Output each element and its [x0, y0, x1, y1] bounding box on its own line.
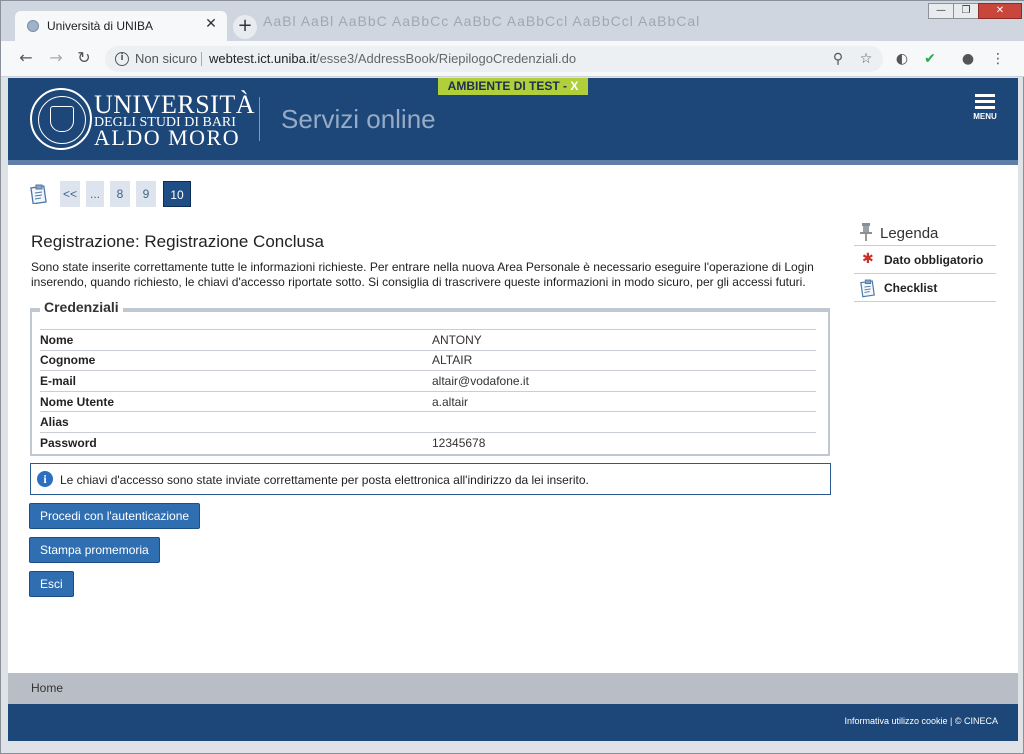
favicon-icon	[27, 20, 39, 32]
footer-bar: Informativa utilizzo cookie | © CINECA	[8, 704, 1018, 741]
legend-label: Dato obbligatorio	[884, 253, 984, 267]
required-star-icon: ✱	[862, 251, 874, 267]
header-divider	[259, 97, 260, 141]
credentials-table: Nome ANTONY Cognome ALTAIR E-mail altair@vo…	[40, 329, 816, 454]
info-notice: i Le chiavi d'accesso sono state inviate…	[30, 463, 831, 495]
footer-breadcrumb: Home	[8, 673, 1018, 704]
url-text[interactable]: webtest.ict.uniba.it/esse3/AddressBook/R…	[209, 51, 576, 66]
pager-step-9[interactable]: 9	[136, 181, 156, 207]
tab-title: Università di UNIBA	[47, 19, 154, 33]
test-badge-close[interactable]: X	[570, 79, 578, 93]
cred-label: Nome	[40, 329, 432, 351]
cred-label: Password	[40, 431, 432, 454]
checklist-icon	[860, 279, 875, 298]
site-title: Servizi online	[281, 104, 436, 134]
new-tab-button[interactable]: +	[233, 15, 257, 39]
intro-text: Sono state inserite correttamente tutte …	[31, 260, 814, 289]
test-environment-badge: AMBIENTE DI TEST - X	[438, 78, 588, 95]
credentials-legend: Credenziali	[40, 299, 123, 315]
login-button[interactable]: Procedi con l'autenticazione	[29, 503, 201, 529]
close-window-button[interactable]: ✕	[978, 3, 1022, 19]
table-row: Cognome ALTAIR	[40, 349, 816, 371]
page-viewport: AMBIENTE DI TEST - X UNIVERSITÀ DEGLI ST…	[8, 78, 1018, 741]
browser-tab[interactable]: Università di UNIBA ✕	[15, 11, 227, 41]
profile-icon[interactable]: ●	[959, 50, 977, 68]
pager-first[interactable]: <<	[60, 181, 80, 207]
address-bar[interactable]: i Non sicuro webtest.ict.uniba.it/esse3/…	[105, 46, 883, 72]
menu-label: MENU	[973, 112, 997, 121]
university-seal-logo[interactable]	[30, 88, 92, 150]
legend-item-checklist: Checklist	[854, 274, 996, 302]
zoom-icon[interactable]: ⚲	[829, 50, 847, 68]
header-strip	[8, 160, 1018, 165]
credentials-fieldset: Credenziali Nome ANTONY Cognome ALTAIR E-m…	[30, 299, 830, 456]
minimize-button[interactable]: —	[928, 3, 954, 19]
cred-label: Nome Utente	[40, 390, 432, 412]
print-reminder-button[interactable]: Stampa promemoria	[29, 537, 160, 563]
forward-icon[interactable]: →	[46, 49, 66, 69]
site-header: AMBIENTE DI TEST - X UNIVERSITÀ DEGLI ST…	[8, 78, 1018, 160]
table-row: E-mail altair@vodafone.it	[40, 370, 816, 392]
footer-credits-link[interactable]: Informativa utilizzo cookie | © CINECA	[844, 716, 998, 726]
table-row: Password 12345678	[40, 431, 816, 454]
extension-icon[interactable]: ◐	[893, 50, 911, 68]
cred-label: E-mail	[40, 370, 432, 392]
pager-ellipsis[interactable]: ...	[86, 181, 104, 207]
checklist-icon[interactable]	[30, 184, 48, 204]
cred-label: Cognome	[40, 349, 432, 371]
hamburger-icon	[975, 94, 995, 97]
hamburger-icon-bar	[975, 106, 995, 109]
cred-value	[432, 411, 816, 433]
star-icon[interactable]: ☆	[857, 50, 875, 68]
background-ghost-text: AaBl AaBl AaBbC AaBbCc AaBbC AaBbCcl AaB…	[263, 13, 701, 29]
cred-value: ALTAIR	[432, 349, 816, 371]
cred-value: a.altair	[432, 390, 816, 412]
legend-title: Legenda	[880, 225, 939, 242]
cred-value: ANTONY	[432, 329, 816, 351]
browser-window: AaBl AaBl AaBbC AaBbCc AaBbC AaBbCcl AaB…	[0, 0, 1024, 754]
test-badge-label: AMBIENTE DI TEST -	[447, 79, 571, 93]
back-icon[interactable]: ←	[16, 49, 36, 69]
legend-header: Legenda	[854, 221, 996, 246]
maximize-button[interactable]: ❐	[953, 3, 979, 19]
browser-toolbar: ← → ↻ i Non sicuro webtest.ict.uniba.it/…	[1, 41, 1024, 77]
footer-home-link[interactable]: Home	[31, 681, 63, 695]
legend-label: Checklist	[884, 281, 938, 295]
exit-button[interactable]: Esci	[29, 571, 74, 597]
kebab-menu-icon[interactable]: ⋮	[989, 50, 1007, 68]
menu-button[interactable]: MENU	[970, 94, 1000, 128]
tab-close-icon[interactable]: ✕	[203, 16, 219, 32]
pager-step-10-current: 10	[163, 181, 191, 207]
logo-line-3[interactable]: ALDO MORO	[94, 127, 240, 149]
legend-item-required: ✱ Dato obbligatorio	[854, 246, 996, 274]
cred-value: 12345678	[432, 431, 816, 454]
info-circle-icon: i	[37, 471, 53, 487]
url-host: webtest.ict.uniba.it	[209, 51, 316, 66]
page-title: Registrazione: Registrazione Conclusa	[31, 232, 324, 251]
address-separator	[201, 52, 202, 66]
shield-extension-icon[interactable]: ✔	[921, 50, 939, 68]
info-icon[interactable]: i	[115, 52, 129, 66]
table-row: Alias	[40, 411, 816, 433]
security-label[interactable]: Non sicuro	[135, 51, 197, 66]
table-row: Nome Utente a.altair	[40, 390, 816, 412]
pager-step-8[interactable]: 8	[110, 181, 130, 207]
cred-label: Alias	[40, 411, 432, 433]
pin-icon	[860, 223, 872, 241]
url-path: /esse3/AddressBook/RiepilogoCredenziali.…	[315, 51, 577, 66]
tab-strip: AaBl AaBl AaBbC AaBbCc AaBbC AaBbCcl AaB…	[1, 1, 1024, 41]
reload-icon[interactable]: ↻	[74, 49, 94, 69]
cred-value: altair@vodafone.it	[432, 370, 816, 392]
notice-text: Le chiavi d'accesso sono state inviate c…	[60, 473, 589, 487]
hamburger-icon-bar	[975, 100, 995, 103]
legend-panel: Legenda ✱ Dato obbligatorio Checklist	[854, 221, 996, 302]
table-row: Nome ANTONY	[40, 329, 816, 351]
